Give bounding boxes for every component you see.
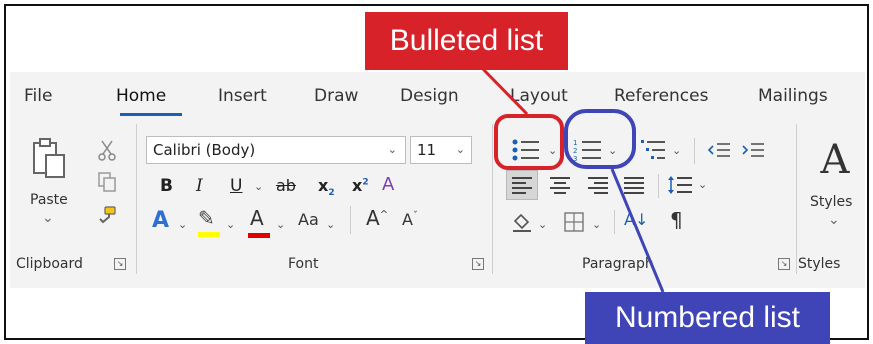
ribbon: File Home Insert Draw Design Layout Refe… — [10, 72, 865, 288]
tab-insert[interactable]: Insert — [218, 86, 267, 106]
numbered-list-callout: Numbered list — [585, 292, 830, 344]
sort-button[interactable]: A↓ — [624, 210, 648, 229]
ribbon-tabs: File Home Insert Draw Design Layout Refe… — [10, 72, 865, 120]
font-color-bar — [248, 233, 270, 238]
align-left-button[interactable] — [506, 170, 538, 200]
font-dialog-launcher[interactable]: ↘ — [472, 258, 484, 270]
styles-group-label: Styles — [798, 256, 841, 272]
change-case-button[interactable]: Aa — [298, 210, 319, 229]
underline-dropdown-arrow[interactable]: ⌄ — [254, 180, 263, 193]
paste-icon — [33, 138, 65, 178]
styles-label[interactable]: Styles — [810, 194, 852, 210]
paragraph-dialog-launcher[interactable]: ↘ — [778, 258, 790, 270]
styles-gallery-button[interactable]: A — [812, 134, 858, 186]
paragraph-group-label: Paragraph — [582, 256, 654, 272]
bulleted-list-callout: Bulleted list — [365, 12, 568, 70]
increase-indent-icon — [742, 143, 764, 157]
clear-formatting-button[interactable]: A — [382, 174, 394, 195]
active-tab-indicator — [120, 113, 182, 116]
divider — [614, 210, 615, 234]
borders-button[interactable] — [560, 208, 588, 236]
borders-dropdown-arrow[interactable]: ⌄ — [592, 218, 601, 231]
divider — [658, 174, 659, 198]
format-painter-icon — [99, 206, 116, 224]
multilevel-list-icon — [641, 140, 665, 159]
bold-button[interactable]: B — [160, 176, 173, 196]
shading-dropdown-arrow[interactable]: ⌄ — [538, 218, 547, 231]
strikethrough-button[interactable]: ab — [276, 176, 296, 195]
font-color-dropdown-arrow[interactable]: ⌄ — [276, 218, 285, 231]
text-effects-button[interactable]: A — [152, 208, 169, 233]
group-separator — [136, 124, 137, 274]
multilevel-list-button[interactable] — [636, 134, 672, 166]
font-name-dropdown[interactable]: Calibri (Body) ⌄ — [146, 136, 406, 164]
tab-layout[interactable]: Layout — [510, 86, 568, 106]
divider — [350, 206, 351, 234]
center-button[interactable] — [544, 170, 576, 200]
highlight-dropdown-arrow[interactable]: ⌄ — [226, 218, 235, 231]
tab-mailings[interactable]: Mailings — [758, 86, 828, 106]
decrease-indent-icon — [707, 143, 730, 157]
paste-dropdown-arrow[interactable]: ⌄ — [42, 210, 54, 226]
multilevel-dropdown-arrow[interactable]: ⌄ — [672, 144, 681, 157]
format-painter-button[interactable] — [96, 204, 118, 228]
divider — [694, 138, 695, 164]
tab-home[interactable]: Home — [116, 86, 166, 106]
group-separator — [492, 124, 493, 274]
italic-button[interactable]: I — [196, 176, 203, 196]
show-formatting-button[interactable]: ¶ — [670, 208, 683, 232]
font-size-dropdown[interactable]: 11 ⌄ — [410, 136, 472, 164]
shrink-font-button[interactable]: Aˇ — [402, 210, 418, 229]
tab-references[interactable]: References — [614, 86, 708, 106]
clipboard-dialog-launcher[interactable]: ↘ — [114, 258, 126, 270]
line-spacing-icon — [668, 176, 692, 194]
borders-icon — [564, 212, 584, 232]
group-separator — [796, 124, 797, 274]
chevron-down-icon: ⌄ — [387, 143, 397, 156]
shading-button[interactable] — [508, 208, 536, 236]
increase-indent-button[interactable] — [738, 134, 768, 166]
highlight-button[interactable]: ✎ — [198, 206, 220, 237]
paste-button[interactable] — [30, 136, 70, 182]
cut-button[interactable] — [96, 138, 118, 162]
justify-button[interactable] — [618, 170, 650, 200]
copy-icon — [98, 172, 116, 192]
line-spacing-dropdown-arrow[interactable]: ⌄ — [698, 178, 707, 191]
font-name-value: Calibri (Body) — [153, 141, 256, 159]
font-color-button[interactable]: A — [248, 206, 270, 238]
cut-icon — [98, 140, 116, 161]
styles-icon: A — [820, 137, 850, 183]
align-right-button[interactable] — [582, 170, 614, 200]
copy-button[interactable] — [96, 170, 118, 194]
align-left-icon — [512, 177, 532, 194]
clipboard-group-label: Clipboard — [16, 256, 83, 272]
font-size-value: 11 — [417, 141, 437, 159]
grow-font-button[interactable]: A^ — [366, 206, 388, 230]
align-right-icon — [588, 177, 608, 194]
bulleted-list-highlight-ring — [494, 114, 564, 170]
highlighter-icon: ✎ — [198, 206, 215, 230]
tab-file[interactable]: File — [24, 86, 52, 106]
justify-icon — [624, 177, 644, 194]
shading-icon — [513, 213, 531, 232]
text-effects-dropdown-arrow[interactable]: ⌄ — [178, 218, 187, 231]
line-spacing-button[interactable] — [664, 170, 696, 200]
tab-draw[interactable]: Draw — [314, 86, 358, 106]
font-group-label: Font — [288, 256, 319, 272]
styles-dropdown-arrow[interactable]: ⌄ — [828, 212, 840, 228]
center-icon — [550, 177, 570, 194]
subscript-button[interactable]: x2 — [318, 176, 335, 198]
tab-design[interactable]: Design — [400, 86, 459, 106]
decrease-indent-button[interactable] — [704, 134, 734, 166]
superscript-button[interactable]: x2 — [352, 176, 369, 195]
chevron-down-icon: ⌄ — [455, 143, 465, 156]
highlight-color-bar — [198, 232, 220, 237]
change-case-dropdown-arrow[interactable]: ⌄ — [326, 218, 335, 231]
numbered-list-highlight-ring — [564, 109, 636, 169]
underline-button[interactable]: U — [230, 176, 242, 196]
paste-label[interactable]: Paste — [30, 192, 68, 208]
